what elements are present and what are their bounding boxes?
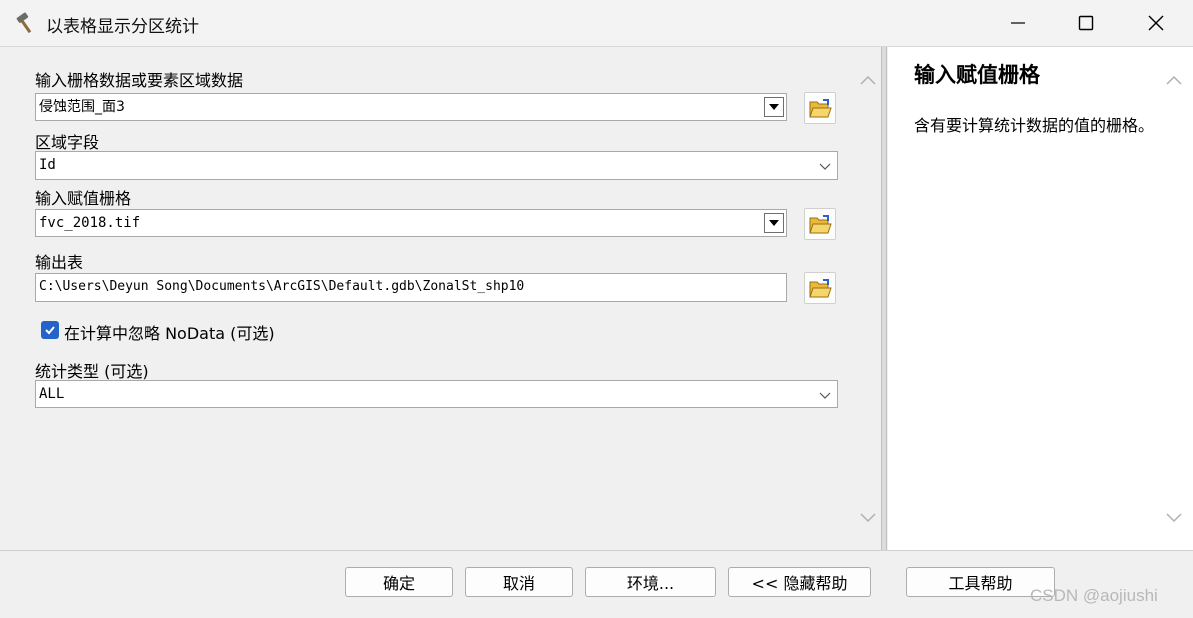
scroll-down-icon[interactable]: [858, 507, 878, 527]
value-raster-dropdown[interactable]: fvc_2018.tif: [35, 209, 787, 237]
pane-splitter[interactable]: [881, 47, 887, 550]
maximize-button[interactable]: [1055, 0, 1117, 46]
scroll-down-icon[interactable]: [1164, 507, 1184, 527]
help-text: 含有要计算统计数据的值的栅格。: [914, 116, 1155, 135]
minimize-button[interactable]: [987, 0, 1049, 46]
chevron-down-icon: [819, 392, 831, 399]
parameters-pane: 输入栅格数据或要素区域数据 侵蚀范围_面3 区域字段 Id 输入赋值栅格 fvc…: [6, 47, 881, 550]
open-folder-icon: [809, 99, 832, 118]
chevron-down-icon: [819, 163, 831, 170]
open-folder-icon: [809, 215, 832, 234]
zone-field-select[interactable]: Id: [35, 151, 838, 180]
statistics-type-value: ALL: [39, 386, 65, 402]
statistics-type-label: 统计类型 (可选): [35, 362, 149, 381]
output-table-label: 输出表: [35, 253, 84, 272]
input-zone-value: 侵蚀范围_面3: [39, 99, 125, 115]
input-zone-dropdown[interactable]: 侵蚀范围_面3: [35, 93, 787, 121]
close-icon: [1148, 15, 1164, 31]
open-folder-icon: [809, 279, 832, 298]
hide-help-button[interactable]: << 隐藏帮助: [728, 567, 871, 597]
close-button[interactable]: [1125, 0, 1187, 46]
help-title: 输入赋值栅格: [914, 63, 1040, 87]
browse-input-zone-button[interactable]: [804, 92, 836, 124]
zone-field-value: Id: [39, 157, 56, 173]
zone-field-label: 区域字段: [35, 133, 100, 152]
environments-button[interactable]: 环境...: [585, 567, 716, 597]
minimize-icon: [1011, 22, 1025, 24]
title-bar: 以表格显示分区统计: [0, 0, 1193, 47]
value-raster-value: fvc_2018.tif: [39, 215, 141, 231]
input-zone-label: 输入栅格数据或要素区域数据: [35, 71, 244, 90]
scroll-up-icon[interactable]: [1164, 71, 1184, 91]
checkmark-icon: [45, 326, 55, 335]
output-table-value: C:\Users\Deyun Song\Documents\ArcGIS\Def…: [39, 279, 525, 294]
help-pane: 输入赋值栅格 含有要计算统计数据的值的栅格。: [888, 47, 1193, 550]
dropdown-arrow-icon[interactable]: [764, 97, 784, 117]
scroll-up-icon[interactable]: [858, 71, 878, 91]
output-table-input[interactable]: C:\Users\Deyun Song\Documents\ArcGIS\Def…: [35, 273, 787, 302]
ignore-nodata-checkbox[interactable]: [41, 321, 59, 339]
watermark: CSDN @aojiushi: [1030, 586, 1158, 605]
ok-button[interactable]: 确定: [345, 567, 453, 597]
dropdown-arrow-icon[interactable]: [764, 213, 784, 233]
ignore-nodata-label[interactable]: 在计算中忽略 NoData (可选): [64, 320, 275, 344]
value-raster-label: 输入赋值栅格: [35, 189, 132, 208]
browse-output-table-button[interactable]: [804, 272, 836, 304]
window-title: 以表格显示分区统计: [46, 17, 199, 37]
statistics-type-select[interactable]: ALL: [35, 380, 838, 408]
maximize-icon: [1078, 15, 1094, 31]
hammer-icon: [16, 12, 32, 34]
browse-value-raster-button[interactable]: [804, 208, 836, 240]
cancel-button[interactable]: 取消: [465, 567, 573, 597]
